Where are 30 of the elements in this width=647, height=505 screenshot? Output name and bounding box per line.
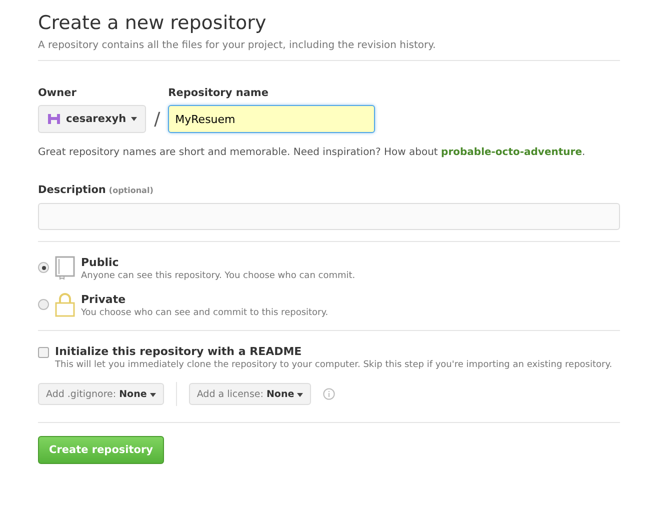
page-subtitle: A repository contains all the files for your project, including the revision history. <box>38 40 437 51</box>
repository-name-field[interactable]: MyResuem <box>168 105 376 133</box>
description-field[interactable] <box>38 203 620 230</box>
caret-icon <box>150 392 156 396</box>
repository-name-label: Repository name <box>168 87 270 99</box>
book-icon <box>55 256 75 280</box>
option-dropdown[interactable]: Add a license: None <box>188 383 312 405</box>
readme-description: This will let you immediately clone the repository to your computer. Skip this step if you're importing an existing repository. <box>55 360 612 370</box>
readme-label: Initialize this repository with a README <box>55 345 303 358</box>
page-title: Create a new repository <box>38 12 268 34</box>
visibility-description: You choose who can see and commit to this repository. <box>81 308 328 318</box>
owner-dropdown[interactable]: cesarexyh <box>38 105 146 133</box>
description-label: Description <box>38 184 106 196</box>
visibility-radio[interactable] <box>38 262 49 273</box>
optional-note: (optional) <box>108 186 154 195</box>
info-icon[interactable] <box>323 388 336 400</box>
visibility-description: Anyone can see this repository. You choose who can commit. <box>81 271 356 281</box>
lock-icon <box>55 293 75 317</box>
visibility-title: Private <box>81 293 127 306</box>
hint-text: Great repository names are short and memorable. Need inspiration? How about probable-octo-adventure. <box>38 147 586 158</box>
owner-label: Owner <box>38 87 78 99</box>
suggestion-link[interactable]: probable-octo-adventure <box>441 147 582 158</box>
caret-icon <box>297 392 304 396</box>
separator-slash: / <box>154 109 160 132</box>
option-dropdown[interactable]: Add .gitignore: None <box>38 383 164 405</box>
visibility-title: Public <box>81 256 120 269</box>
avatar-icon <box>47 113 61 125</box>
readme-checkbox[interactable] <box>38 347 49 358</box>
visibility-radio[interactable] <box>38 299 49 310</box>
caret-icon <box>131 117 138 121</box>
